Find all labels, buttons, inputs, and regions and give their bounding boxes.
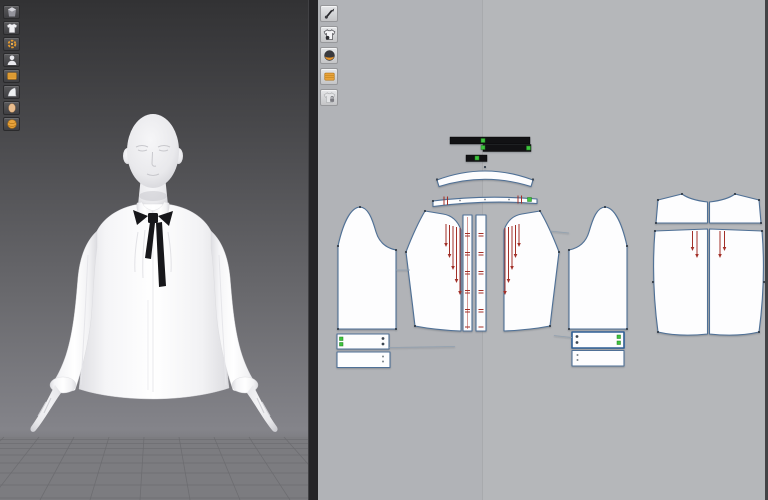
garment-blouse[interactable] <box>30 201 278 432</box>
locked-garment-button[interactable] <box>320 89 338 106</box>
toolbar-2d <box>320 5 338 106</box>
pattern-piece-icon <box>7 7 16 17</box>
avatar-display-button[interactable] <box>3 53 20 67</box>
garment-piece-display-button[interactable] <box>3 5 20 19</box>
pattern-cuff-right-facing[interactable] <box>571 349 625 367</box>
garment-dark-icon <box>323 29 335 40</box>
pattern-back-left[interactable] <box>652 228 709 336</box>
locked-garment-icon <box>323 92 335 103</box>
fabric-stack-icon <box>6 72 17 80</box>
pattern-collar-stand[interactable] <box>432 195 538 208</box>
texture-display-button[interactable] <box>3 117 20 131</box>
texture-sphere-icon <box>323 50 335 61</box>
avatar-head-icon <box>7 103 16 113</box>
pattern-front-right[interactable] <box>503 210 560 332</box>
pattern-placket-left[interactable] <box>462 214 473 332</box>
pattern-yoke-left[interactable] <box>655 193 709 224</box>
viewport-3d[interactable] <box>0 0 308 500</box>
avatar-head <box>127 114 179 188</box>
pen-tool-icon <box>324 8 334 19</box>
texture-surface-button[interactable] <box>320 47 338 64</box>
fabric-roll-icon <box>323 72 335 81</box>
fabric-display-button[interactable] <box>3 69 20 83</box>
floor-grid <box>0 436 308 500</box>
blouse-torso <box>78 203 230 400</box>
pattern-display-button[interactable] <box>320 26 338 43</box>
texture-ball-icon <box>6 119 17 129</box>
avatar-mannequin[interactable] <box>123 114 183 209</box>
pattern-yoke-right[interactable] <box>708 193 763 224</box>
toolbar-3d <box>3 5 20 131</box>
head-display-button[interactable] <box>3 101 20 115</box>
shirt-icon <box>6 23 17 33</box>
pattern-sleeve-right[interactable] <box>568 206 628 330</box>
pattern-edit-button[interactable] <box>320 5 338 22</box>
avatar-bust-icon <box>7 55 16 65</box>
pattern-back-right[interactable] <box>708 228 766 336</box>
viewport-2d[interactable] <box>318 0 768 500</box>
garment-display-button[interactable] <box>3 21 20 35</box>
pattern-placket-right[interactable] <box>475 214 487 332</box>
garment-design-app <box>0 0 768 500</box>
pattern-cuff-left[interactable] <box>336 333 390 350</box>
cloth-display-button[interactable] <box>3 85 20 99</box>
neck-shadow <box>139 191 167 201</box>
simulate-button[interactable] <box>3 37 20 51</box>
pattern-bow-band-upper[interactable] <box>449 136 531 145</box>
simulate-gear-icon <box>7 39 16 49</box>
pattern-bow-band-lower[interactable] <box>482 144 532 152</box>
cloth-drape-icon <box>7 87 17 97</box>
pattern-cuff-right-selected[interactable] <box>571 331 625 349</box>
fabric-view-button[interactable] <box>320 68 338 85</box>
pattern-cuff-left-facing[interactable] <box>336 351 391 369</box>
